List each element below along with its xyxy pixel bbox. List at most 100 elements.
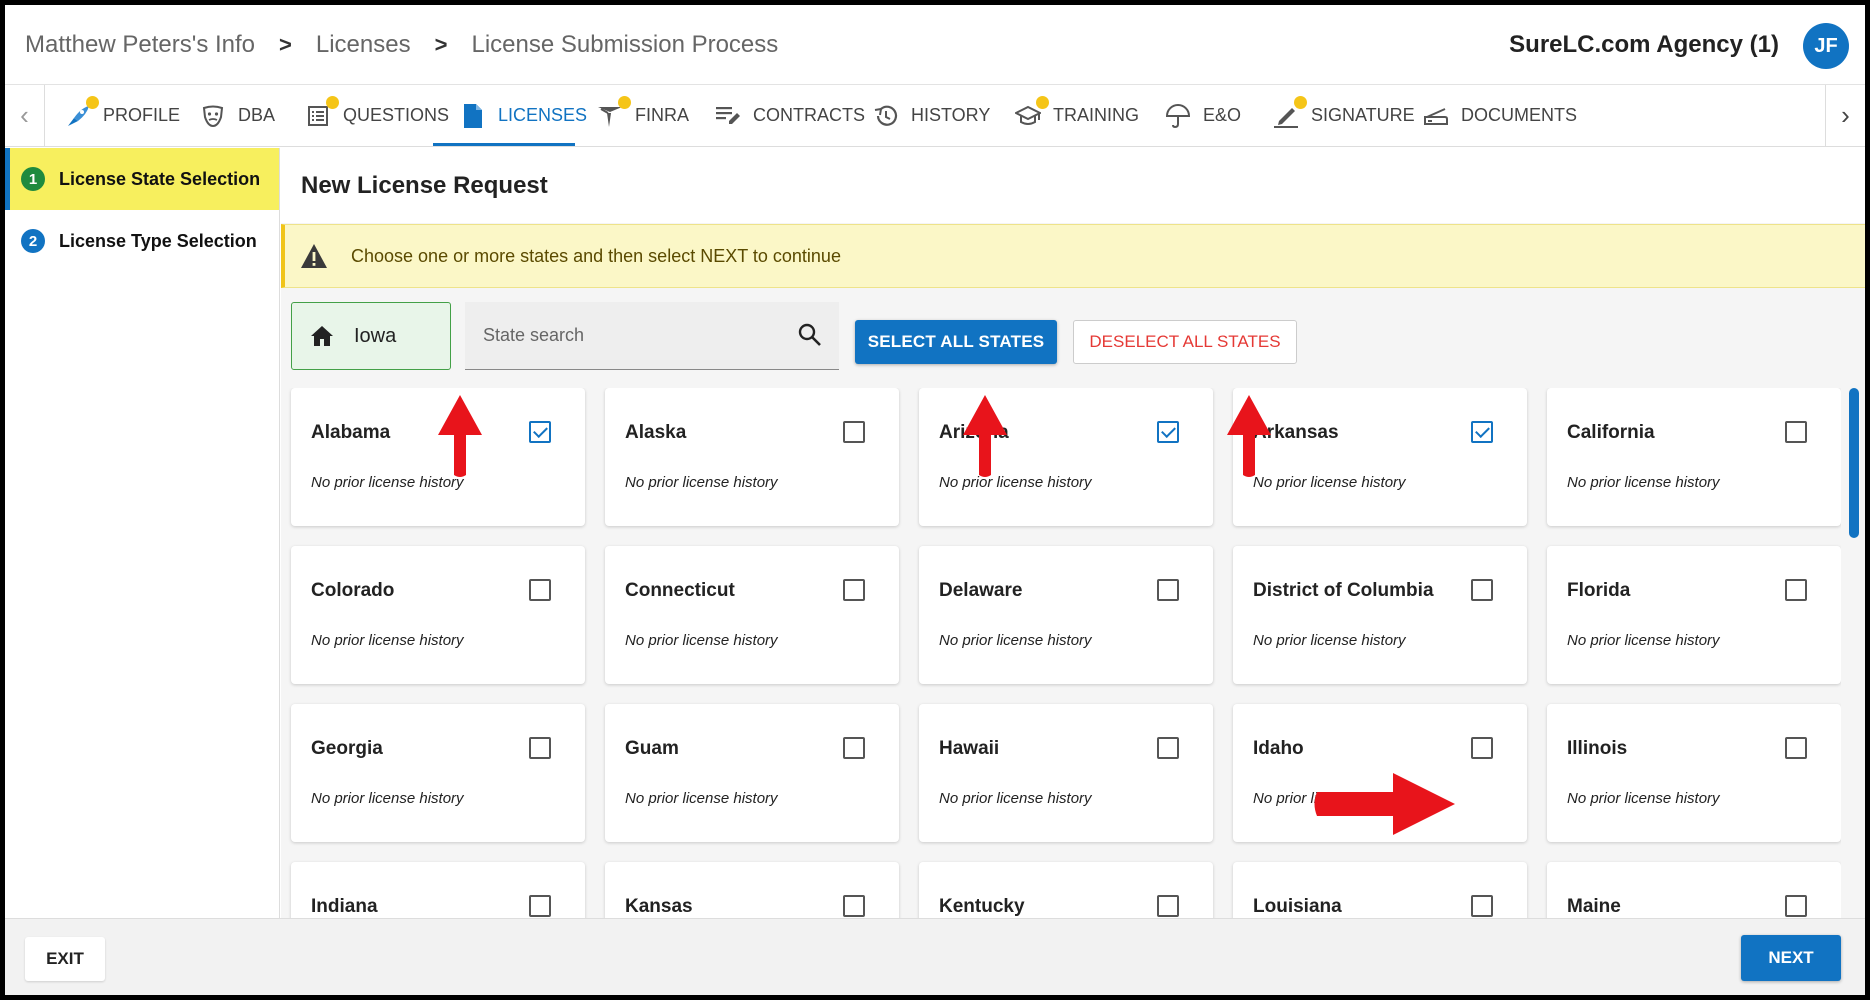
app-window: Matthew Peters's Info > Licenses > Licen…	[5, 5, 1865, 995]
state-checkbox[interactable]	[529, 895, 551, 917]
state-checkbox[interactable]	[529, 737, 551, 759]
state-card[interactable]: Guam No prior license history	[605, 704, 899, 842]
state-name: Kentucky	[939, 896, 1025, 917]
avatar[interactable]: JF	[1803, 23, 1849, 69]
license-history-text: No prior license history	[939, 474, 1092, 491]
exit-button[interactable]: EXIT	[25, 937, 105, 981]
state-checkbox[interactable]	[1785, 895, 1807, 917]
tab-dba[interactable]: DBA	[200, 85, 275, 146]
tab-licenses[interactable]: LICENSES	[460, 85, 587, 146]
state-checkbox[interactable]	[529, 579, 551, 601]
agency-name[interactable]: SureLC.com Agency (1)	[1509, 31, 1779, 59]
state-checkbox[interactable]	[843, 579, 865, 601]
state-search-input[interactable]	[483, 325, 783, 346]
state-card[interactable]: Connecticut No prior license history	[605, 546, 899, 684]
license-history-text: No prior license history	[1567, 632, 1720, 649]
tab-label: FINRA	[635, 105, 689, 125]
state-card[interactable]: Alabama No prior license history	[291, 388, 585, 526]
license-history-text: No prior license history	[1253, 474, 1406, 491]
umbrella-icon	[1165, 103, 1191, 129]
license-history-text: No prior license history	[1567, 790, 1720, 807]
tab-contracts[interactable]: CONTRACTS	[715, 85, 865, 146]
state-card[interactable]: KansasNo prior license history	[605, 862, 899, 918]
state-name: Arizona	[939, 422, 1009, 443]
notification-dot	[326, 95, 339, 109]
state-card[interactable]: Illinois No prior license history	[1547, 704, 1841, 842]
tab-eando[interactable]: E&O	[1165, 85, 1241, 146]
state-checkbox[interactable]	[1157, 895, 1179, 917]
state-name: Colorado	[311, 580, 395, 601]
state-card[interactable]: Florida No prior license history	[1547, 546, 1841, 684]
state-card[interactable]: Alaska No prior license history	[605, 388, 899, 526]
state-checkbox[interactable]	[843, 895, 865, 917]
state-checkbox[interactable]	[1471, 895, 1493, 917]
state-checkbox[interactable]	[1785, 421, 1807, 443]
state-checkbox[interactable]	[843, 421, 865, 443]
step-license-state-selection[interactable]: 1 License State Selection	[5, 148, 279, 210]
scrollbar-thumb[interactable]	[1849, 388, 1859, 538]
state-card[interactable]: Idaho No prior license history	[1233, 704, 1527, 842]
state-name: Kansas	[625, 896, 693, 917]
select-all-states-button[interactable]: SELECT ALL STATES	[855, 320, 1057, 364]
state-checkbox[interactable]	[1785, 737, 1807, 759]
state-card[interactable]: Hawaii No prior license history	[919, 704, 1213, 842]
tab-history[interactable]: HISTORY	[873, 85, 990, 146]
state-grid-viewport: Alabama No prior license history Alaska No …	[281, 388, 1841, 918]
tab-label: HISTORY	[911, 105, 991, 125]
breadcrumb-agent-info[interactable]: Matthew Peters's Info	[25, 31, 255, 59]
tab-documents[interactable]: DOCUMENTS	[1423, 85, 1577, 146]
state-grid: Alabama No prior license history Alaska No …	[291, 388, 1841, 918]
state-checkbox[interactable]	[1785, 579, 1807, 601]
tab-finra[interactable]: FINRA	[597, 85, 689, 146]
home-state-chip: Iowa	[291, 302, 451, 370]
document-icon	[460, 103, 486, 129]
tab-profile[interactable]: PROFILE	[65, 85, 180, 146]
state-card[interactable]: Arizona No prior license history	[919, 388, 1213, 526]
state-checkbox[interactable]	[1471, 737, 1493, 759]
state-checkbox[interactable]	[1471, 579, 1493, 601]
state-card[interactable]: Delaware No prior license history	[919, 546, 1213, 684]
tab-label: QUESTIONS	[343, 105, 450, 125]
tab-scroll-left-button[interactable]: ‹	[5, 85, 45, 146]
state-card[interactable]: California No prior license history	[1547, 388, 1841, 526]
tab-signature[interactable]: SIGNATURE	[1273, 85, 1415, 146]
state-card[interactable]: MaineNo prior license history	[1547, 862, 1841, 918]
tab-label: CONTRACTS	[753, 105, 865, 125]
state-card[interactable]: Georgia No prior license history	[291, 704, 585, 842]
footer-bar: EXIT NEXT	[5, 918, 1865, 995]
state-card[interactable]: KentuckyNo prior license history	[919, 862, 1213, 918]
breadcrumb-licenses[interactable]: Licenses	[316, 31, 411, 59]
next-button[interactable]: NEXT	[1741, 935, 1841, 981]
state-checkbox[interactable]	[1157, 737, 1179, 759]
state-checkbox[interactable]	[1157, 421, 1179, 443]
state-name: California	[1567, 422, 1655, 443]
state-checkbox[interactable]	[843, 737, 865, 759]
notification-dot	[86, 95, 99, 109]
state-card[interactable]: District of Columbia No prior license his…	[1233, 546, 1527, 684]
state-card[interactable]: Colorado No prior license history	[291, 546, 585, 684]
state-checkbox[interactable]	[529, 421, 551, 443]
search-icon[interactable]	[797, 322, 825, 350]
scanner-icon	[1423, 103, 1449, 129]
tab-label: SIGNATURE	[1311, 105, 1415, 125]
rocket-icon	[65, 95, 99, 129]
tab-label: E&O	[1203, 105, 1242, 125]
step-number: 2	[21, 229, 45, 253]
state-card[interactable]: LouisianaNo prior license history	[1233, 862, 1527, 918]
state-checkbox[interactable]	[1157, 579, 1179, 601]
state-search-field[interactable]	[465, 302, 839, 370]
tab-questions[interactable]: QUESTIONS	[305, 85, 449, 146]
state-name: Alaska	[625, 422, 687, 443]
state-grid-scrollbar[interactable]	[1849, 388, 1859, 918]
state-checkbox[interactable]	[1471, 421, 1493, 443]
tab-training[interactable]: TRAINING	[1015, 85, 1139, 146]
state-name: Delaware	[939, 580, 1023, 601]
state-card[interactable]: IndianaNo prior license history	[291, 862, 585, 918]
deselect-all-states-button[interactable]: DESELECT ALL STATES	[1073, 320, 1297, 364]
step-license-type-selection[interactable]: 2 License Type Selection	[5, 210, 279, 272]
tab-label: DOCUMENTS	[1461, 105, 1577, 125]
license-history-text: No prior license history	[311, 790, 464, 807]
tab-scroll-right-button[interactable]: ›	[1825, 85, 1865, 146]
license-history-text: No prior license history	[939, 790, 1092, 807]
state-card[interactable]: Arkansas No prior license history	[1233, 388, 1527, 526]
